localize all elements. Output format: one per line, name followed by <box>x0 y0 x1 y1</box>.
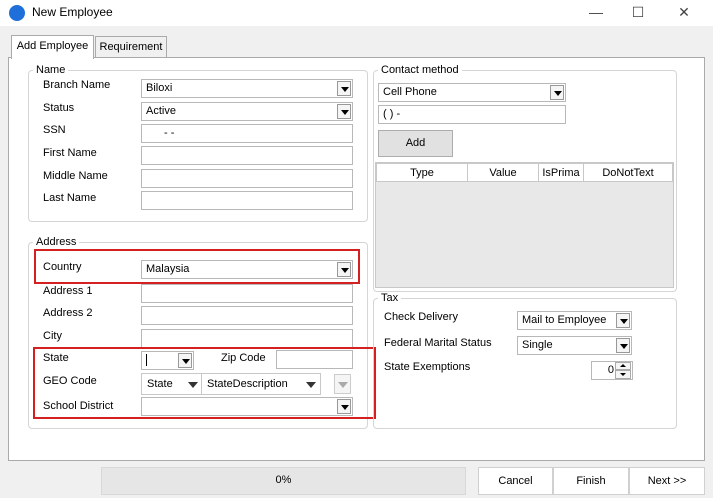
tab-requirement[interactable]: Requirement <box>95 36 167 58</box>
chevron-down-icon <box>337 104 351 119</box>
chevron-down-icon <box>337 399 351 414</box>
minimize-button[interactable]: — <box>573 0 619 26</box>
address-group-title: Address <box>33 236 80 248</box>
middle-name-input[interactable] <box>141 169 353 188</box>
add-contact-button[interactable]: Add <box>378 130 453 157</box>
chevron-down-icon <box>616 313 630 328</box>
ssn-input[interactable]: - - <box>141 124 353 143</box>
grid-col-donottext[interactable]: DoNotText <box>583 163 673 182</box>
name-group-title: Name <box>33 64 69 76</box>
address2-input[interactable] <box>141 306 353 325</box>
status-value: Active <box>146 105 176 117</box>
chevron-down-icon <box>338 382 348 388</box>
city-input[interactable] <box>141 329 353 348</box>
first-name-label: First Name <box>43 147 97 159</box>
state-label: State <box>43 352 69 364</box>
branch-name-label: Branch Name <box>43 79 111 91</box>
text-cursor <box>146 354 147 367</box>
status-select[interactable]: Active <box>141 102 353 121</box>
contact-type-select[interactable]: Cell Phone <box>378 83 566 102</box>
geo-col-state[interactable]: State <box>141 373 202 395</box>
address2-label: Address 2 <box>43 307 93 319</box>
marital-status-value: Single <box>522 339 553 351</box>
filter-icon[interactable] <box>188 382 198 388</box>
contact-method-title: Contact method <box>378 64 462 76</box>
grid-col-isprimary[interactable]: IsPrima <box>538 163 584 182</box>
marital-status-select[interactable]: Single <box>517 336 632 355</box>
address1-input[interactable] <box>141 284 353 303</box>
progress-text: 0% <box>275 474 292 486</box>
close-button[interactable]: ✕ <box>661 0 707 26</box>
geo-dropdown-button[interactable] <box>334 374 351 394</box>
ssn-label: SSN <box>43 124 66 136</box>
state-exemptions-label: State Exemptions <box>384 361 471 373</box>
next-button[interactable]: Next >> <box>629 467 705 495</box>
chevron-down-icon <box>616 338 630 353</box>
phone-input[interactable]: ( ) - <box>378 105 566 124</box>
geo-col-state-label: State <box>147 378 173 390</box>
app-icon <box>9 5 25 21</box>
geo-col-description[interactable]: StateDescription <box>201 373 321 395</box>
chevron-down-icon <box>337 81 351 96</box>
geo-code-label: GEO Code <box>43 375 97 387</box>
grid-col-type[interactable]: Type <box>376 163 468 182</box>
chevron-down-icon <box>337 262 351 277</box>
middle-name-label: Middle Name <box>43 170 108 182</box>
country-label: Country <box>43 261 82 273</box>
branch-name-value: Biloxi <box>146 82 173 94</box>
finish-button[interactable]: Finish <box>553 467 629 495</box>
window-title: New Employee <box>32 5 113 19</box>
filter-icon[interactable] <box>306 382 316 388</box>
check-delivery-select[interactable]: Mail to Employee <box>517 311 632 330</box>
address1-label: Address 1 <box>43 285 93 297</box>
marital-status-label: Federal Marital Status <box>384 337 492 349</box>
geo-col-description-label: StateDescription <box>207 378 288 390</box>
school-district-select[interactable] <box>141 397 353 416</box>
country-value: Malaysia <box>146 263 190 275</box>
check-delivery-label: Check Delivery <box>384 311 458 323</box>
zip-code-label: Zip Code <box>221 352 266 364</box>
chevron-down-icon <box>550 85 564 100</box>
tax-group-title: Tax <box>378 292 402 304</box>
last-name-input[interactable] <box>141 191 353 210</box>
check-delivery-value: Mail to Employee <box>522 314 607 326</box>
maximize-button[interactable]: ☐ <box>615 0 661 26</box>
status-label: Status <box>43 102 75 114</box>
contact-type-value: Cell Phone <box>383 86 437 98</box>
cancel-button[interactable]: Cancel <box>478 467 553 495</box>
chevron-up-icon <box>620 364 626 367</box>
school-district-label: School District <box>43 400 114 412</box>
chevron-down-icon <box>178 353 192 368</box>
branch-name-select[interactable]: Biloxi <box>141 79 353 98</box>
first-name-input[interactable] <box>141 146 353 165</box>
tab-add-employee[interactable]: Add Employee <box>11 35 94 59</box>
state-select[interactable] <box>141 351 194 370</box>
country-select[interactable]: Malaysia <box>141 260 353 279</box>
last-name-label: Last Name <box>43 192 97 204</box>
grid-col-value[interactable]: Value <box>467 163 539 182</box>
chevron-down-icon <box>620 373 626 376</box>
zip-code-input[interactable] <box>276 350 353 369</box>
city-label: City <box>43 330 62 342</box>
